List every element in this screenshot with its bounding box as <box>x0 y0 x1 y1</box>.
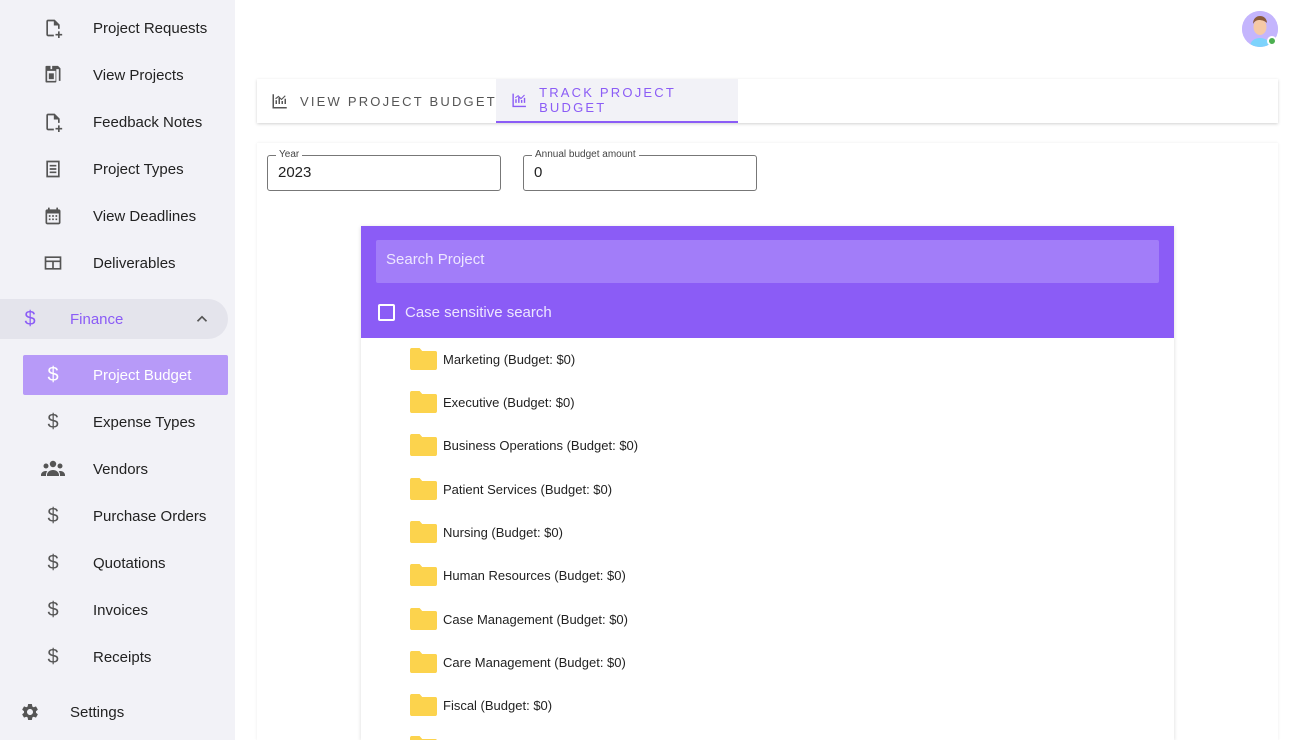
sidebar-item-label: Project Requests <box>93 19 208 37</box>
table-icon <box>43 253 63 273</box>
tab-view-project-budgets[interactable]: View Project Budgets <box>271 79 508 123</box>
sidebar-item-vendors[interactable]: Vendors <box>0 449 235 489</box>
chart-icon <box>512 93 526 108</box>
sidebar-item-label: Quotations <box>93 554 166 572</box>
sidebar-item-project-requests[interactable]: Project Requests <box>0 8 235 48</box>
year-field-label: Year <box>276 149 303 161</box>
tree-item-label: Executive (Budget: $0) <box>443 394 575 410</box>
sidebar-item-label: Receipts <box>93 648 152 666</box>
list-icon <box>43 159 63 179</box>
online-status-dot <box>1267 36 1277 46</box>
folder-icon <box>410 434 437 456</box>
files-icon <box>43 65 63 85</box>
tree-item-label: Business Operations (Budget: $0) <box>443 437 639 453</box>
tab-label: Track Project Budget <box>539 85 676 115</box>
tree-item-label: Care Management (Budget: $0) <box>443 654 626 670</box>
sidebar-item-invoices[interactable]: $ Invoices <box>0 590 235 630</box>
sidebar-item-label: Expense Types <box>93 413 196 431</box>
tree-item-label: Nursing (Budget: $0) <box>443 524 563 540</box>
people-icon <box>41 459 65 479</box>
dollar-icon: $ <box>47 364 59 386</box>
sidebar-item-project-budget[interactable]: $ Project Budget <box>23 355 228 395</box>
tree-item-case-management[interactable]: Case Management (Budget: $0) <box>410 604 628 634</box>
dollar-icon: $ <box>24 308 36 330</box>
case-sensitive-label: Case sensitive search <box>405 304 552 321</box>
folder-icon <box>410 608 437 630</box>
sidebar-item-settings[interactable]: Settings <box>0 692 235 732</box>
sidebar-item-label: Project Types <box>93 160 184 178</box>
year-field[interactable]: Year <box>267 149 501 191</box>
folder-icon <box>410 521 437 543</box>
sidebar-item-label: Purchase Orders <box>93 507 207 525</box>
search-box[interactable] <box>376 240 1159 283</box>
tree-item-partial[interactable] <box>410 732 443 740</box>
sidebar-item-expense-types[interactable]: $ Expense Types <box>0 402 235 442</box>
calendar-icon <box>43 206 63 226</box>
folder-icon <box>410 478 437 500</box>
sidebar-item-label: View Deadlines <box>93 207 197 225</box>
tree-item-nursing[interactable]: Nursing (Budget: $0) <box>410 517 563 547</box>
tab-label: View Project Budgets <box>300 93 508 109</box>
sidebar-item-label: Project Budget <box>93 366 192 384</box>
tree-item-label: Patient Services (Budget: $0) <box>443 481 613 497</box>
file-plus-icon <box>43 112 63 132</box>
project-tree-header: Case sensitive search <box>361 226 1174 338</box>
gear-icon <box>20 702 40 722</box>
sidebar-item-receipts[interactable]: $ Receipts <box>0 637 235 677</box>
sidebar-item-deliverables[interactable]: Deliverables <box>0 243 235 283</box>
dollar-icon: $ <box>47 599 59 621</box>
folder-icon <box>410 564 437 586</box>
tab-track-project-budget[interactable]: Track Project Budget <box>496 79 738 123</box>
case-sensitive-checkbox[interactable] <box>378 304 395 321</box>
tree-item-label: Case Management (Budget: $0) <box>443 611 628 627</box>
case-sensitive-option[interactable]: Case sensitive search <box>378 304 552 321</box>
sidebar-item-label: Feedback Notes <box>93 113 203 131</box>
folder-icon <box>410 651 437 673</box>
dollar-icon: $ <box>47 505 59 527</box>
file-plus-icon <box>43 18 63 38</box>
chart-icon <box>272 94 287 109</box>
sidebar-item-view-projects[interactable]: View Projects <box>0 55 235 95</box>
chevron-up-icon <box>193 310 211 333</box>
folder-icon <box>410 694 437 716</box>
sidebar-item-view-deadlines[interactable]: View Deadlines <box>0 196 235 236</box>
dollar-icon: $ <box>47 552 59 574</box>
sidebar-item-project-types[interactable]: Project Types <box>0 149 235 189</box>
project-tree: Case sensitive search Marketing (Budget:… <box>361 226 1174 740</box>
sidebar-item-label: Settings <box>70 703 125 721</box>
tree-item-business-operations[interactable]: Business Operations (Budget: $0) <box>410 430 638 460</box>
dollar-icon: $ <box>47 411 59 433</box>
folder-icon <box>410 736 437 740</box>
sidebar: Project Requests View Projects Feedback … <box>0 0 235 740</box>
sidebar-item-label: Finance <box>70 310 124 328</box>
annual-budget-label: Annual budget amount <box>532 149 639 161</box>
tree-item-executive[interactable]: Executive (Budget: $0) <box>410 387 575 417</box>
sidebar-item-finance[interactable]: $ Finance <box>0 299 228 339</box>
sidebar-item-label: Vendors <box>93 460 149 478</box>
folder-icon <box>410 391 437 413</box>
sidebar-item-purchase-orders[interactable]: $ Purchase Orders <box>0 496 235 536</box>
tab-bar: View Project Budgets Track Project Budge… <box>257 79 1278 123</box>
annual-budget-input[interactable] <box>534 164 734 181</box>
tree-item-human-resources[interactable]: Human Resources (Budget: $0) <box>410 560 626 590</box>
annual-budget-field[interactable]: Annual budget amount <box>523 149 757 191</box>
sidebar-item-feedback-notes[interactable]: Feedback Notes <box>0 102 235 142</box>
search-input[interactable] <box>386 251 1146 268</box>
tree-item-label: Marketing (Budget: $0) <box>443 351 576 367</box>
folder-icon <box>410 348 437 370</box>
sidebar-item-label: View Projects <box>93 66 184 84</box>
sidebar-item-label: Invoices <box>93 601 149 619</box>
tree-item-patient-services[interactable]: Patient Services (Budget: $0) <box>410 474 612 504</box>
tree-item-label: Human Resources (Budget: $0) <box>443 567 626 583</box>
year-input[interactable] <box>278 164 478 181</box>
tree-item-care-management[interactable]: Care Management (Budget: $0) <box>410 647 626 677</box>
tree-item-fiscal[interactable]: Fiscal (Budget: $0) <box>410 690 552 720</box>
sidebar-item-quotations[interactable]: $ Quotations <box>0 543 235 583</box>
dollar-icon: $ <box>47 646 59 668</box>
tree-item-marketing[interactable]: Marketing (Budget: $0) <box>410 344 575 374</box>
tree-item-label: Fiscal (Budget: $0) <box>443 697 553 713</box>
sidebar-item-label: Deliverables <box>93 254 176 272</box>
